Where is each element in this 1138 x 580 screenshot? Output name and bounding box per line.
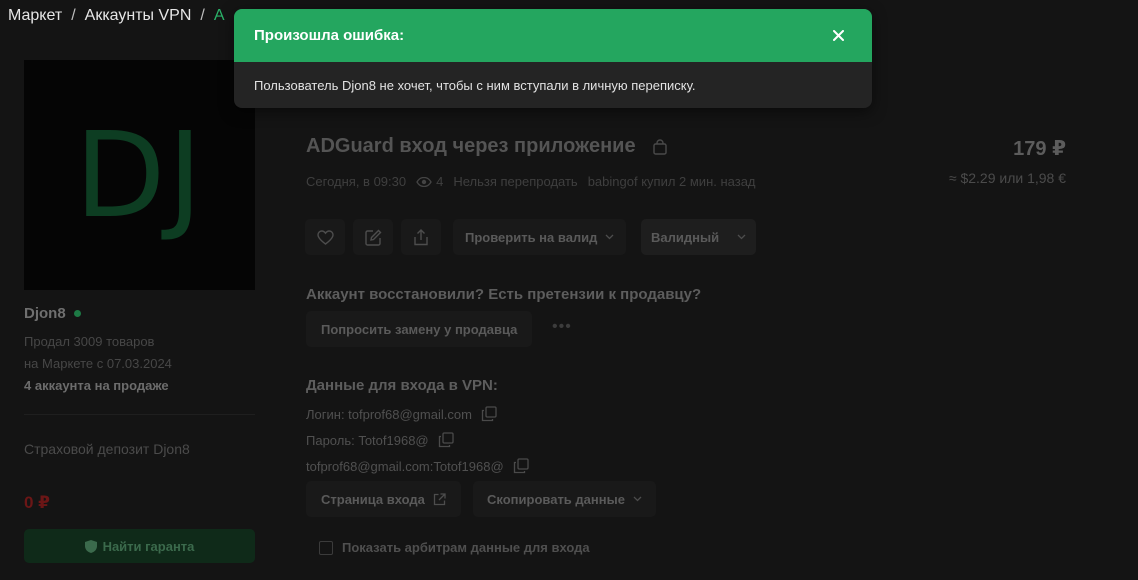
deposit-label: Страховой депозит Djon8 bbox=[24, 441, 190, 457]
share-button[interactable] bbox=[401, 219, 441, 255]
listing-price-converted: ≈ $2.29 или 1,98 € bbox=[948, 170, 1066, 186]
copy-icon[interactable] bbox=[513, 458, 529, 474]
listing-meta: Сегодня, в 09:30 4 Нельзя перепродать ba… bbox=[306, 174, 756, 189]
breadcrumb: Маркет / Аккаунты VPN / А bbox=[8, 7, 225, 25]
show-arbiters-checkbox[interactable] bbox=[319, 540, 333, 555]
modal-title: Произошла ошибка: bbox=[254, 27, 405, 44]
login-page-label: Страница входа bbox=[321, 491, 425, 507]
buyer-info[interactable]: babingof купил 2 мин. назад bbox=[588, 174, 756, 189]
login-page-button[interactable]: Страница входа bbox=[306, 481, 461, 517]
copy-data-button[interactable]: Скопировать данные bbox=[473, 481, 656, 517]
eye-icon bbox=[416, 176, 432, 187]
share-icon bbox=[414, 228, 428, 245]
edit-button[interactable] bbox=[353, 219, 393, 255]
divider bbox=[24, 414, 255, 415]
shopping-bag-icon bbox=[652, 138, 667, 155]
shield-icon bbox=[84, 539, 97, 553]
chevron-down-icon bbox=[737, 234, 746, 240]
listing-title-text: ADGuard вход через приложение bbox=[306, 135, 636, 157]
valid-status-label: Валидный bbox=[651, 229, 720, 245]
chevron-down-icon bbox=[633, 496, 642, 502]
combined-value: tofprof68@gmail.com:Totof1968@ bbox=[306, 458, 504, 474]
resale-status: Нельзя перепродать bbox=[453, 174, 578, 189]
close-button[interactable] bbox=[828, 26, 848, 46]
online-status-dot bbox=[73, 310, 81, 317]
seller-name[interactable]: Djon8 bbox=[24, 305, 81, 322]
close-icon bbox=[832, 30, 844, 41]
show-arbiters-label: Показать арбитрам данные для входа bbox=[342, 540, 590, 555]
find-guarantor-label: Найти гаранта bbox=[102, 538, 195, 554]
credentials-combined: tofprof68@gmail.com:Totof1968@ bbox=[306, 458, 529, 474]
seller-since: на Маркете с 07.03.2024 bbox=[24, 356, 172, 371]
breadcrumb-vpn-accounts[interactable]: Аккаунты VPN bbox=[85, 7, 192, 24]
views: 4 bbox=[416, 174, 443, 189]
check-valid-label: Проверить на валид bbox=[465, 229, 598, 245]
breadcrumb-market[interactable]: Маркет bbox=[8, 7, 62, 24]
request-replacement-label: Попросить замену у продавца bbox=[321, 321, 518, 337]
seller-sold-count: Продал 3009 товаров bbox=[24, 334, 155, 349]
avatar-initials: DJ bbox=[74, 106, 205, 244]
modal-message: Пользователь Djon8 не хочет, чтобы с ним… bbox=[254, 78, 696, 93]
external-link-icon bbox=[433, 492, 446, 505]
modal-header: Произошла ошибка: bbox=[234, 9, 872, 62]
password-value: Пароль: Totof1968@ bbox=[306, 432, 429, 448]
seller-accounts-link[interactable]: 4 аккаунта на продаже bbox=[24, 378, 169, 393]
heart-icon bbox=[316, 229, 334, 245]
breadcrumb-separator: / bbox=[200, 7, 205, 24]
copy-icon[interactable] bbox=[481, 406, 497, 422]
copy-icon[interactable] bbox=[438, 432, 454, 448]
login-value: Логин: tofprof68@gmail.com bbox=[306, 406, 472, 422]
breadcrumb-current: А bbox=[213, 7, 225, 24]
show-arbiters-row[interactable]: Показать арбитрам данные для входа bbox=[319, 540, 590, 555]
more-options-button[interactable]: ••• bbox=[552, 318, 572, 336]
copy-data-label: Скопировать данные bbox=[487, 491, 625, 507]
listing-price: 179 ₽ bbox=[1013, 138, 1066, 160]
find-guarantor-button[interactable]: Найти гаранта bbox=[24, 529, 255, 563]
request-replacement-button[interactable]: Попросить замену у продавца bbox=[306, 311, 533, 347]
views-count: 4 bbox=[436, 174, 444, 189]
credentials-login: Логин: tofprof68@gmail.com bbox=[306, 406, 497, 422]
deposit-value: 0 ₽ bbox=[24, 493, 51, 512]
check-valid-button[interactable]: Проверить на валид bbox=[453, 219, 627, 255]
breadcrumb-separator: / bbox=[71, 7, 76, 24]
claim-question: Аккаунт восстановили? Есть претензии к п… bbox=[306, 286, 702, 303]
seller-avatar[interactable]: DJ bbox=[24, 60, 255, 290]
listing-title: ADGuard вход через приложение bbox=[306, 135, 668, 158]
credentials-heading: Данные для входа в VPN: bbox=[306, 377, 498, 394]
credentials-password: Пароль: Totof1968@ bbox=[306, 432, 454, 448]
error-modal: Произошла ошибка: Пользователь Djon8 не … bbox=[234, 9, 872, 108]
page: Маркет / Аккаунты VPN / А DJ Djon8 Продал 30… bbox=[0, 0, 1138, 580]
edit-icon bbox=[364, 229, 381, 246]
seller-name-text: Djon8 bbox=[24, 305, 66, 322]
listing-date: Сегодня, в 09:30 bbox=[306, 174, 407, 189]
favorite-button[interactable] bbox=[305, 219, 345, 255]
chevron-down-icon bbox=[605, 234, 614, 240]
valid-status-dropdown[interactable]: Валидный bbox=[641, 219, 757, 255]
